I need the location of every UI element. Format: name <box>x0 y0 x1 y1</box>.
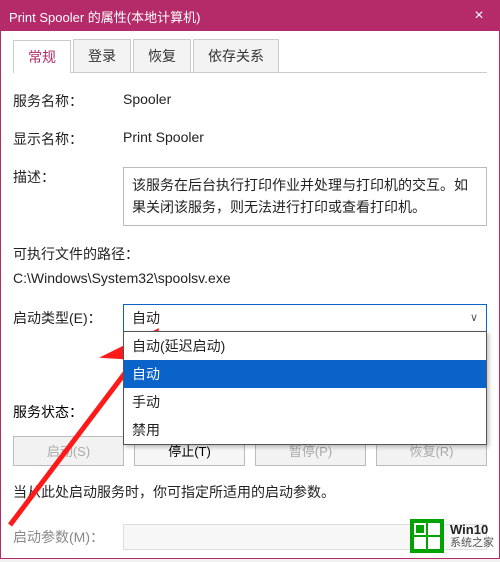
exe-path-label: 可执行文件的路径： <box>13 244 487 264</box>
exe-path-value: C:\Windows\System32\spoolsv.exe <box>13 270 487 286</box>
tab-strip: 常规 登录 恢复 依存关系 <box>13 39 487 73</box>
row-startup-type: 启动类型(E)： 自动 ∨ 自动(延迟启动) 自动 手动 禁用 <box>13 304 487 332</box>
startup-type-label: 启动类型(E)： <box>13 308 123 328</box>
row-service-name: 服务名称： Spooler <box>13 91 487 111</box>
startup-type-dropdown: 自动(延迟启动) 自动 手动 禁用 <box>123 331 487 445</box>
startup-type-selected-value: 自动 <box>132 308 160 328</box>
row-description: 描述： 该服务在后台执行打印作业并处理与打印机的交互。如果关闭该服务，则无法进行… <box>13 167 487 226</box>
service-name-label: 服务名称： <box>13 91 123 111</box>
display-name-label: 显示名称： <box>13 129 123 149</box>
window-title: Print Spooler 的属性(本地计算机) <box>9 7 200 26</box>
watermark-line2: 系统之家 <box>450 537 494 549</box>
description-value[interactable]: 该服务在后台执行打印作业并处理与打印机的交互。如果关闭该服务，则无法进行打印或查… <box>123 167 487 226</box>
tab-general[interactable]: 常规 <box>13 40 71 73</box>
start-params-label: 启动参数(M)： <box>13 527 123 547</box>
watermark-logo-icon <box>410 519 444 553</box>
startup-type-select-wrap: 自动 ∨ 自动(延迟启动) 自动 手动 禁用 <box>123 304 487 332</box>
row-display-name: 显示名称： Print Spooler <box>13 129 487 149</box>
startup-option-auto-delayed[interactable]: 自动(延迟启动) <box>124 332 486 360</box>
properties-dialog: Print Spooler 的属性(本地计算机) × 常规 登录 恢复 依存关系… <box>0 0 500 559</box>
startup-type-select[interactable]: 自动 ∨ <box>123 304 487 332</box>
dialog-body: 常规 登录 恢复 依存关系 服务名称： Spooler 显示名称： Print … <box>1 31 499 562</box>
tab-recovery[interactable]: 恢复 <box>133 39 191 72</box>
watermark-line1: Win10 <box>450 523 494 537</box>
tab-dependencies[interactable]: 依存关系 <box>193 39 279 72</box>
description-label: 描述： <box>13 167 123 187</box>
display-name-value: Print Spooler <box>123 129 487 145</box>
exe-path-block: 可执行文件的路径： C:\Windows\System32\spoolsv.ex… <box>13 244 487 286</box>
startup-option-manual[interactable]: 手动 <box>124 388 486 416</box>
chevron-down-icon: ∨ <box>470 311 478 324</box>
start-button: 启动(S) <box>13 436 124 466</box>
watermark-text: Win10 系统之家 <box>450 523 494 549</box>
tab-logon[interactable]: 登录 <box>73 39 131 72</box>
titlebar: Print Spooler 的属性(本地计算机) × <box>1 1 499 31</box>
startup-option-auto[interactable]: 自动 <box>124 360 486 388</box>
service-status-label: 服务状态： <box>13 402 123 422</box>
startup-option-disabled[interactable]: 禁用 <box>124 416 486 444</box>
service-name-value: Spooler <box>123 91 487 107</box>
close-icon[interactable]: × <box>467 7 491 25</box>
start-params-note: 当从此处启动服务时，你可指定所适用的启动参数。 <box>13 482 487 502</box>
watermark: Win10 系统之家 <box>410 519 494 553</box>
